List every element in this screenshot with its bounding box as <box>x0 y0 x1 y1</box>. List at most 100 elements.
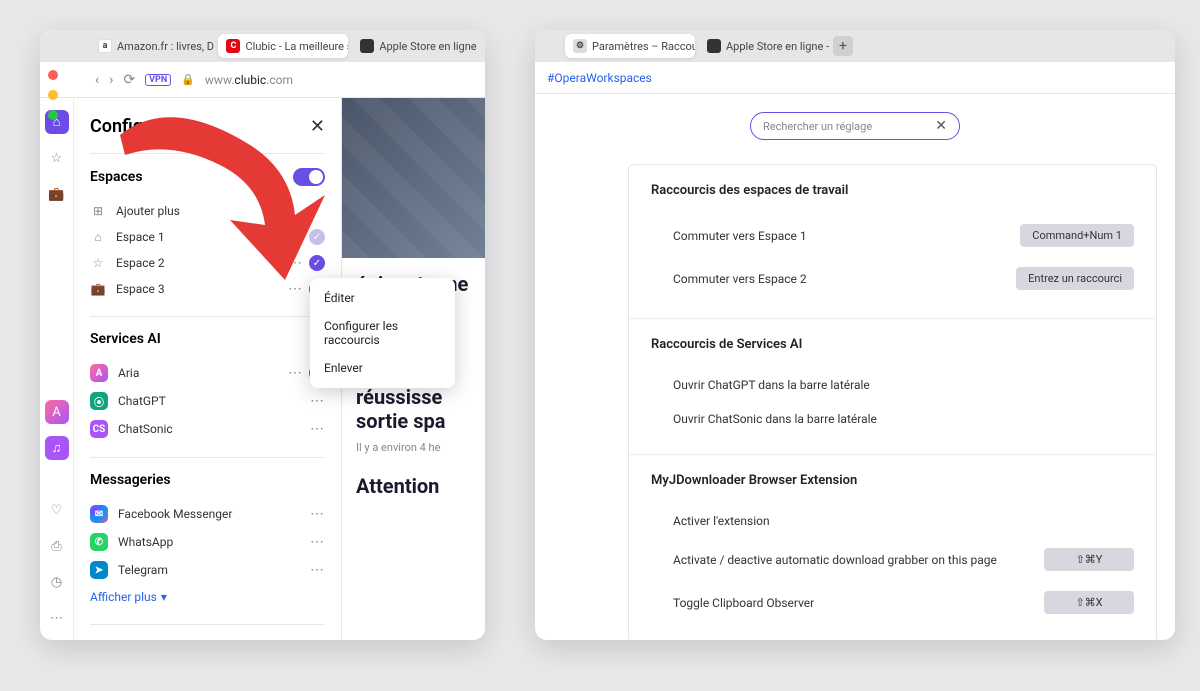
history-icon[interactable]: ⎙ <box>45 534 69 558</box>
shortcut-label: Activer l'extension <box>673 514 770 528</box>
clubic-favicon: C <box>226 39 240 53</box>
show-more-button[interactable]: Afficher plus ▾ <box>90 584 325 610</box>
shortcut-value-button[interactable]: ⇧⌘Y <box>1044 548 1134 571</box>
shortcut-group-heading: Raccourcis de Services AI <box>651 337 1134 352</box>
shortcut-value-button[interactable]: Command+Num 1 <box>1020 224 1134 247</box>
url-display[interactable]: www.clubic.com <box>205 73 293 87</box>
special-heading: Fonctions spéciales <box>90 639 215 640</box>
tab-label: Paramètres – Raccourcis <box>592 40 695 53</box>
remove-menu-item[interactable]: Enlever <box>310 354 455 382</box>
settings-search-input[interactable]: Rechercher un réglage ✕ <box>750 112 960 140</box>
browser-sidebar: ⌂ ☆ 💼 A ♫ ♡ ⎙ ◷ ⋯ <box>40 98 74 640</box>
chevron-down-icon: ▾ <box>161 590 167 604</box>
star-icon[interactable]: ☆ <box>45 146 69 170</box>
search-placeholder: Rechercher un réglage <box>763 120 872 133</box>
chatsonic-icon: CS <box>90 420 108 438</box>
messaging-heading: Messageries <box>90 472 171 488</box>
check-icon: ✓ <box>309 255 325 271</box>
more-icon[interactable]: ⋯ <box>288 255 303 271</box>
shortcut-row: Commuter vers Espace 2 Entrez un raccour… <box>651 257 1134 300</box>
shortcut-label: Commuter vers Espace 2 <box>673 272 807 286</box>
clear-search-icon[interactable]: ✕ <box>935 118 947 134</box>
url-suffix: .com <box>266 73 293 87</box>
ai-service-item[interactable]: A Aria ⋯✓ <box>90 359 325 387</box>
close-icon[interactable]: ✕ <box>310 116 325 137</box>
espaces-toggle[interactable] <box>293 168 325 186</box>
clock-icon[interactable]: ◷ <box>45 570 69 594</box>
more-icon[interactable]: ⋯ <box>310 421 325 437</box>
tab-settings[interactable]: ⚙ Paramètres – Raccourcis <box>565 34 695 58</box>
tab-label: Clubic - La meilleure sou <box>245 40 348 53</box>
tab-clubic[interactable]: C Clubic - La meilleure sou <box>218 34 348 58</box>
espace-item[interactable]: 💼 Espace 3 ⋯✓ <box>90 276 325 302</box>
sidebar-app-1[interactable]: A <box>45 400 69 424</box>
home-outline-icon: ⌂ <box>90 229 106 245</box>
messenger-item[interactable]: ✉ Facebook Messenger ⋯ <box>90 500 325 528</box>
settings-card: Raccourcis des espaces de travail Commut… <box>628 164 1157 640</box>
briefcase-icon[interactable]: 💼 <box>45 182 69 206</box>
traffic-lights <box>48 70 58 120</box>
espace-item[interactable]: ☆ Espace 2 ⋯✓ <box>90 250 325 276</box>
article-meta: Il y a environ 4 he <box>356 441 471 454</box>
sidebar-app-2[interactable]: ♫ <box>45 436 69 460</box>
tab-amazon[interactable]: a Amazon.fr : livres, DVD, <box>90 34 214 58</box>
shortcut-row: Ouvrir ChatSonic dans la barre latérale <box>651 402 1134 436</box>
configuration-panel: Configuration ✕ Espaces ⊞ Ajouter plus ⌂… <box>74 98 342 640</box>
ai-service-item[interactable]: CS ChatSonic ⋯ <box>90 415 325 443</box>
service-label: Aria <box>118 366 139 380</box>
tab-apple[interactable]: Apple Store en ligne - A <box>699 34 829 58</box>
forward-button[interactable]: › <box>109 72 113 88</box>
tab-label: Apple Store en ligne - A <box>379 40 477 53</box>
minimize-window-button[interactable] <box>48 90 58 100</box>
tab-apple[interactable]: Apple Store en ligne - A <box>352 34 477 58</box>
chatgpt-icon: ⦿ <box>90 392 108 410</box>
shortcut-value-button[interactable]: Entrez un raccourci <box>1016 267 1134 290</box>
apple-favicon <box>707 39 721 53</box>
more-icon[interactable]: ⋯ <box>45 606 69 630</box>
vpn-badge[interactable]: VPN <box>145 74 171 86</box>
whatsapp-item[interactable]: ✆ WhatsApp ⋯ <box>90 528 325 556</box>
address-bar: ‹ › ⟳ VPN 🔒 www.clubic.com <box>40 62 485 98</box>
ai-service-item[interactable]: ⦿ ChatGPT ⋯ <box>90 387 325 415</box>
configure-shortcuts-menu-item[interactable]: Configurer les raccourcis <box>310 312 455 354</box>
more-icon[interactable]: ⋯ <box>310 506 325 522</box>
tab-label: Amazon.fr : livres, DVD, <box>117 40 214 53</box>
address-bar[interactable]: #OperaWorkspaces <box>535 62 1175 94</box>
panel-title: Configuration <box>90 116 200 137</box>
shortcut-row: Activer l'extension <box>651 504 1134 538</box>
close-window-button[interactable] <box>48 70 58 80</box>
reload-button[interactable]: ⟳ <box>123 72 135 88</box>
new-tab-button[interactable]: + <box>833 36 853 56</box>
show-more-label: Afficher plus <box>90 590 157 604</box>
aria-icon: A <box>90 364 108 382</box>
telegram-item[interactable]: ➤ Telegram ⋯ <box>90 556 325 584</box>
more-icon[interactable]: ⋯ <box>288 281 303 297</box>
add-more-label: Ajouter plus <box>116 204 180 218</box>
lock-icon: 🔒 <box>181 73 195 86</box>
espaces-heading: Espaces <box>90 169 143 185</box>
plus-icon: ⊞ <box>90 203 106 219</box>
edit-menu-item[interactable]: Éditer <box>310 284 455 312</box>
shortcut-label: Activate / deactive automatic download g… <box>673 553 997 567</box>
shortcut-value-button[interactable]: ⇧⌘X <box>1044 591 1134 614</box>
heart-icon[interactable]: ♡ <box>45 498 69 522</box>
espace-item[interactable]: ⌂ Espace 1 ✓ <box>90 224 325 250</box>
shortcut-label: Ouvrir ChatGPT dans la barre latérale <box>673 378 870 392</box>
maximize-window-button[interactable] <box>48 110 58 120</box>
espace-label: Espace 2 <box>116 256 165 270</box>
article-image <box>342 98 485 258</box>
amazon-favicon: a <box>98 39 112 53</box>
more-icon[interactable]: ⋯ <box>310 393 325 409</box>
more-icon[interactable]: ⋯ <box>310 562 325 578</box>
workspace-context-menu: Éditer Configurer les raccourcis Enlever <box>310 278 455 388</box>
add-workspace-button[interactable]: ⊞ Ajouter plus <box>90 198 325 224</box>
back-button[interactable]: ‹ <box>95 72 99 88</box>
url-prefix: www. <box>205 73 235 87</box>
apple-favicon <box>360 39 374 53</box>
service-label: Telegram <box>118 563 168 577</box>
article-title[interactable]: Attention <box>356 474 471 498</box>
more-icon[interactable]: ⋯ <box>288 365 303 381</box>
shortcut-group-heading: MyJDownloader Browser Extension <box>651 473 1134 488</box>
shortcut-label: Toggle Clipboard Observer <box>673 596 814 610</box>
more-icon[interactable]: ⋯ <box>310 534 325 550</box>
